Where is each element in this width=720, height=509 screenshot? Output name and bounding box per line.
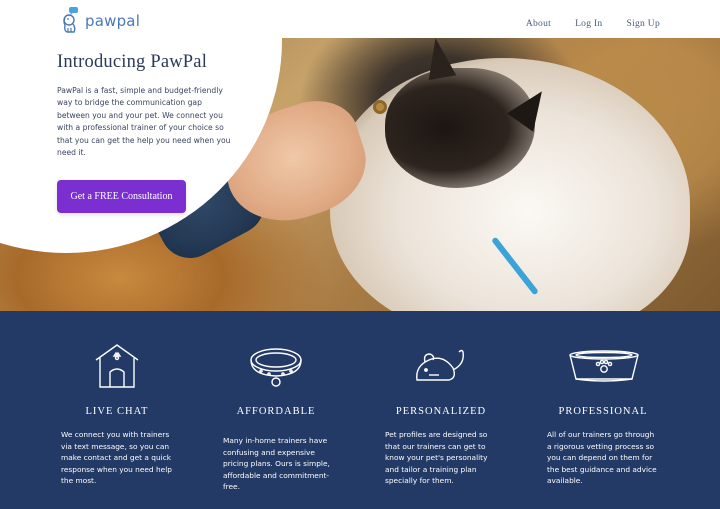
feature-title: PROFESSIONAL — [558, 406, 648, 417]
feature-description: Pet profiles are designed so that our tr… — [385, 430, 488, 486]
site-header: pawpal About Log In Sign Up — [0, 0, 720, 38]
feature-description: Many in-home trainers have confusing and… — [223, 436, 330, 492]
pet-bowl-icon — [567, 341, 641, 391]
house-icon — [92, 341, 142, 391]
feature-description: We connect you with trainers via text me… — [61, 430, 172, 486]
hero-description: PawPal is a fast, simple and budget-frie… — [57, 86, 231, 158]
feature-title: PERSONALIZED — [395, 406, 487, 417]
features-section: LIVE CHAT We connect you with trainers v… — [0, 311, 720, 509]
hero-text: Introducing PawPal PawPal is a fast, sim… — [57, 52, 237, 159]
mouse-toy-icon — [413, 341, 469, 391]
collar-icon — [248, 341, 304, 391]
dog-logo-icon — [60, 6, 82, 34]
nav-about-link[interactable]: About — [526, 19, 551, 29]
main-nav: About Log In Sign Up — [502, 19, 660, 29]
feature-title: AFFORDABLE — [236, 406, 316, 417]
free-consultation-button[interactable]: Get a FREE Consultation — [57, 180, 186, 213]
feature-title: LIVE CHAT — [85, 406, 149, 417]
hero-title: Introducing PawPal — [57, 52, 208, 72]
nav-signup-link[interactable]: Sign Up — [626, 19, 660, 29]
hero-section: Introducing PawPal PawPal is a fast, sim… — [0, 38, 720, 311]
feature-description: All of our trainers go through a rigorou… — [547, 430, 657, 486]
logo-text: pawpal — [85, 12, 141, 30]
treat-shape — [373, 100, 387, 114]
cat-ear-shape — [421, 38, 457, 81]
logo[interactable]: pawpal — [60, 6, 140, 34]
nav-login-link[interactable]: Log In — [575, 19, 602, 29]
